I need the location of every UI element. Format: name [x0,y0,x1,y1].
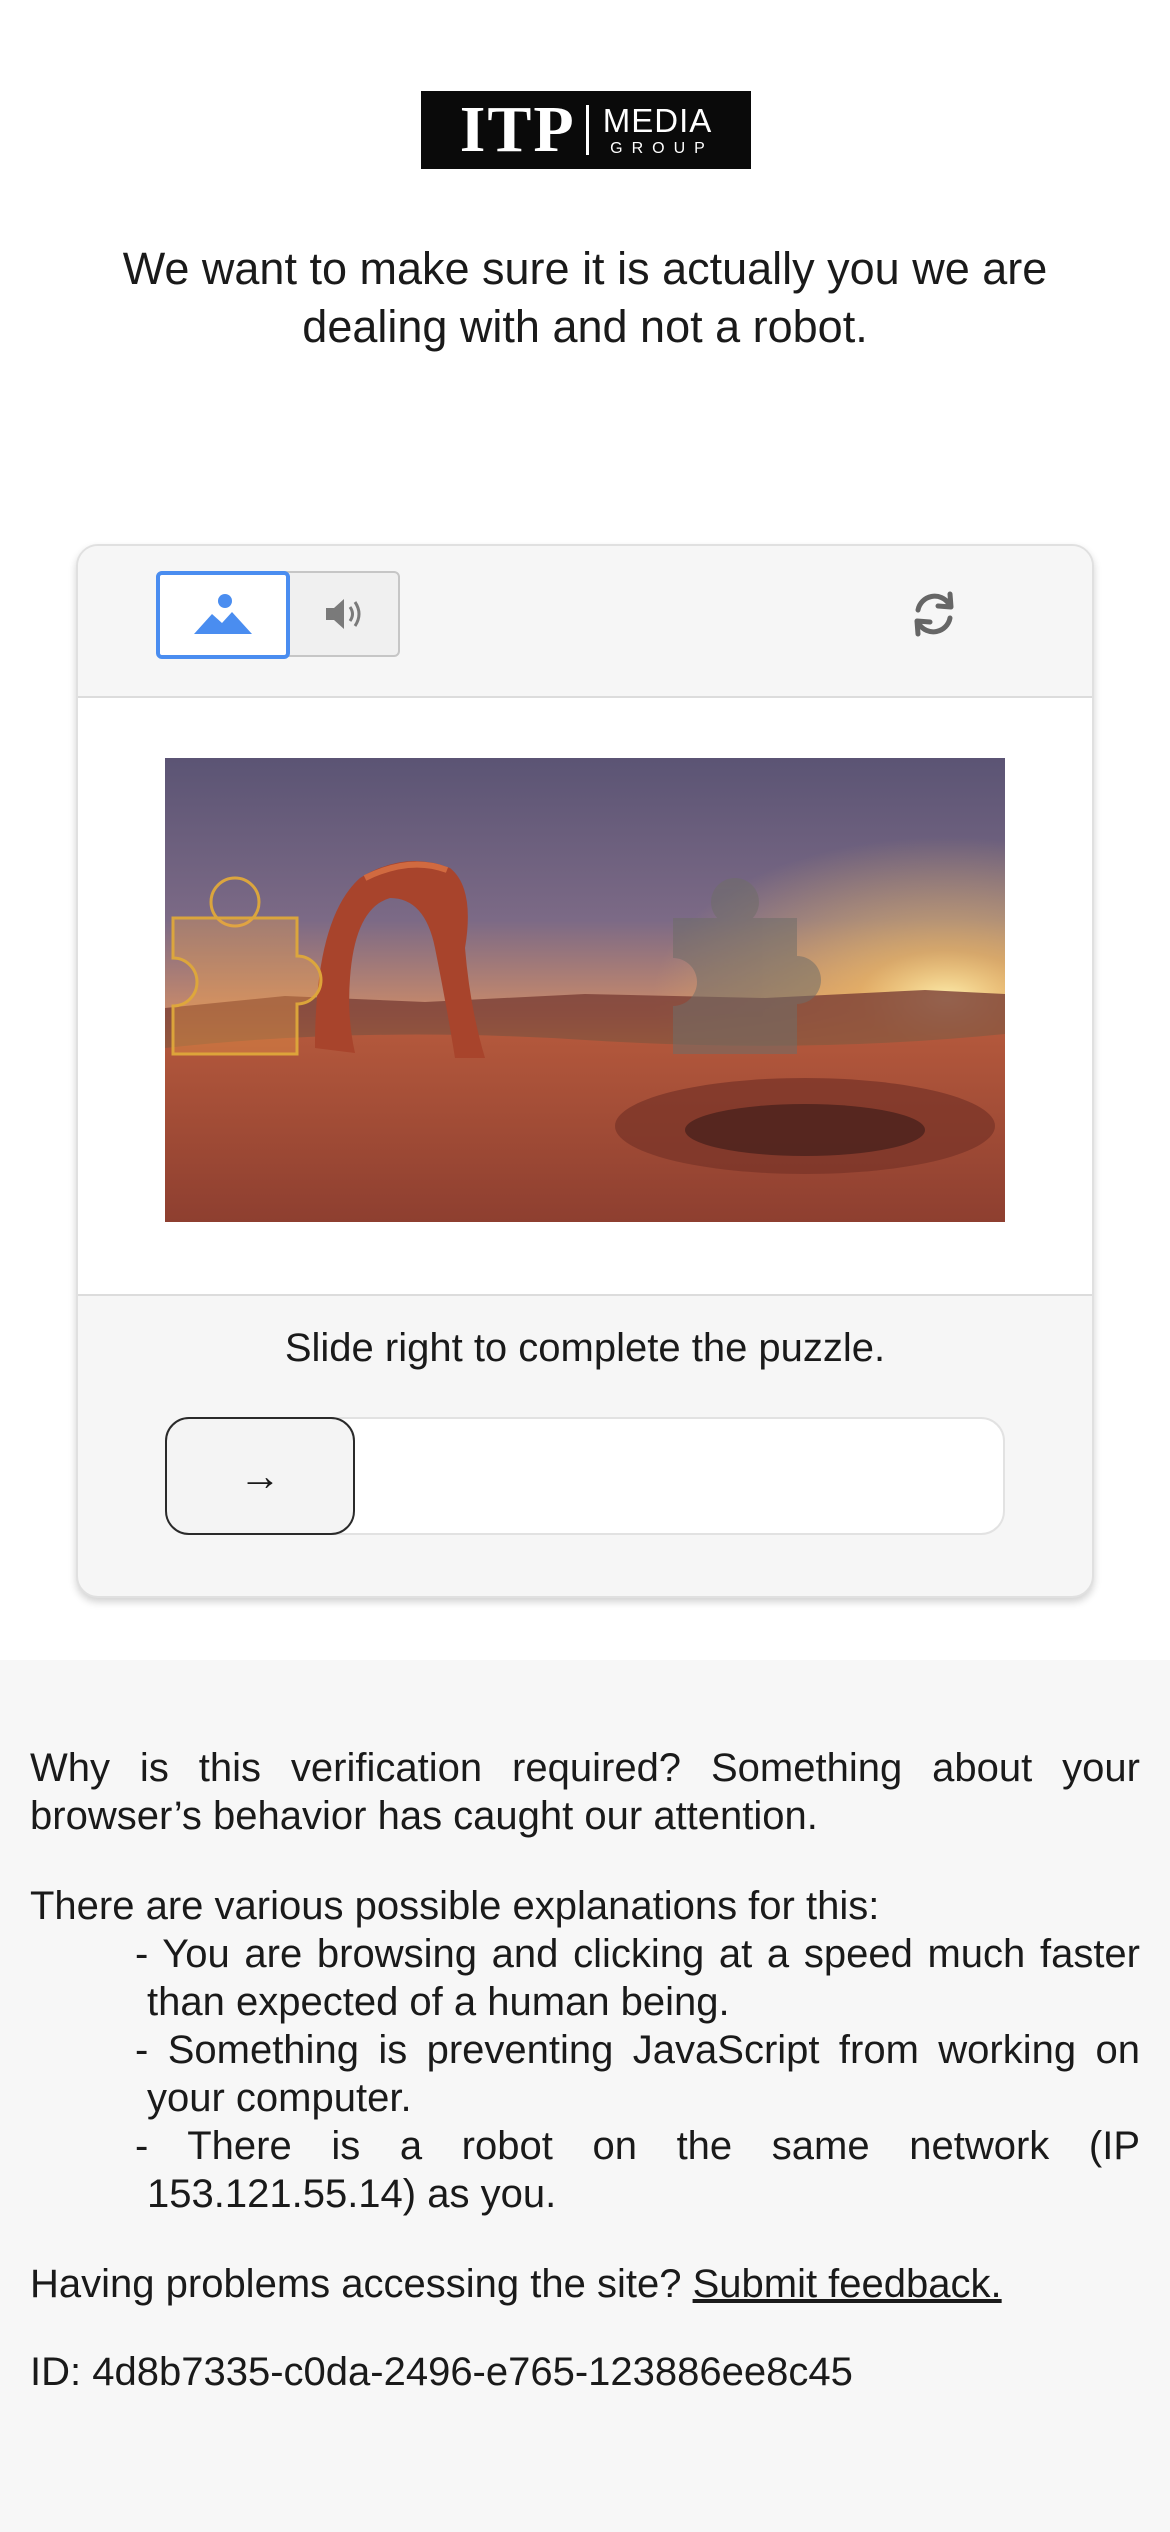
slider-handle[interactable]: → [165,1417,355,1535]
captcha-toolbar [78,546,1092,698]
audio-challenge-tab[interactable] [292,573,398,655]
list-item: - Something is preventing JavaScript fro… [135,2028,1140,2120]
request-id: ID: 4d8b7335-c0da-2496-e765-123886ee8c45 [30,2350,853,2394]
speaker-icon [326,599,361,629]
problems-line: Having problems accessing the site? Subm… [30,2260,1140,2308]
problems-text: Having problems accessing the site? [30,2262,682,2306]
submit-feedback-link[interactable]: Submit feedback. [693,2262,1002,2306]
list-item: - There is a robot on the same network (… [135,2124,1140,2216]
arrow-right-icon: → [239,1452,281,1499]
logo-divider [585,105,589,155]
refresh-button[interactable] [904,584,964,644]
puzzle-background-image [165,758,1005,1222]
image-icon [194,594,252,634]
logo-secondary: MEDIA [602,101,713,139]
logo-secondary-block: MEDIA GROUP [603,104,713,157]
puzzle-area [78,698,1092,1296]
explanations-list: - You are browsing and clicking at a spe… [30,1930,1140,2218]
refresh-icon [914,591,954,637]
logo-primary: ITP [459,93,576,166]
itp-media-group-logo: ITP MEDIA GROUP [421,91,751,169]
explanations-intro: There are various possible explanations … [30,1884,880,1928]
why-verification-text: Why is this verification required? Somet… [30,1746,1140,1838]
puzzle-instruction: Slide right to complete the puzzle. [284,1326,886,1370]
captcha-widget: Slide right to complete the puzzle. → [76,544,1094,1598]
explanation-text: Why is this verification required? Somet… [30,1744,1140,2396]
explanation-section: Why is this verification required? Somet… [0,1660,1170,2532]
image-challenge-tab[interactable] [156,571,290,659]
page-headline: We want to make sure it is actually you … [122,243,1048,352]
list-item: - You are browsing and clicking at a spe… [135,1932,1140,2024]
logo-tertiary: GROUP [610,139,714,157]
verification-header-area: ITP MEDIA GROUP We want to make sure it … [0,0,1170,1660]
